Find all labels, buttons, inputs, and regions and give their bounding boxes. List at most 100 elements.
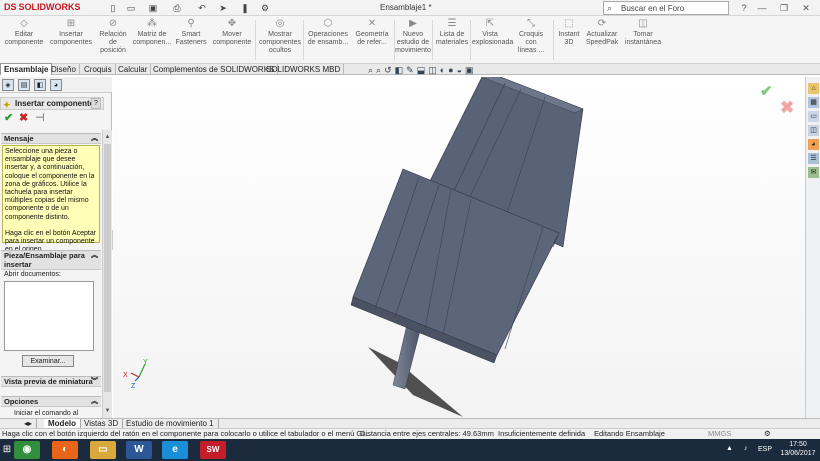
thumbnail-section-header[interactable]: Vista previa de miniatura ︾ — [1, 376, 101, 387]
rebuild-icon[interactable]: ❚ — [238, 3, 252, 13]
browse-button[interactable]: Examinar... — [22, 355, 74, 367]
options-section-header[interactable]: Opciones ︽ — [1, 396, 101, 407]
tab-mbd[interactable]: SOLIDWORKS MBD — [263, 64, 345, 75]
triad-y-label: Y — [143, 359, 148, 366]
open-icon[interactable]: ▭ — [124, 3, 138, 13]
display-style-icon[interactable]: ◫ — [428, 65, 437, 75]
print-icon[interactable]: ⎙ — [170, 3, 184, 13]
snapshot-button[interactable]: ◫ Tomar instantánea — [622, 18, 664, 62]
close-button[interactable]: ✕ — [800, 1, 812, 15]
tab-calcular[interactable]: Calcular — [115, 64, 152, 75]
display-manager-icon[interactable]: ◕ — [50, 79, 62, 91]
scroll-up-icon[interactable]: ▲ — [104, 132, 111, 142]
minimize-button[interactable]: — — [756, 1, 768, 15]
feature-manager-icon[interactable]: ◈ — [2, 79, 14, 91]
pm-help-button[interactable]: ? — [91, 98, 101, 109]
status-units[interactable]: MMGS — [708, 429, 731, 439]
internet-explorer-icon[interactable]: e — [162, 441, 188, 459]
tab-ensamblaje[interactable]: Ensamblaje — [0, 63, 53, 75]
insert-components-button[interactable]: ⊞ Insertar componentes — [48, 18, 94, 62]
explode-line-sketch-button[interactable]: ⤡ Croquis con líneas ... — [516, 18, 546, 62]
firefox-icon[interactable]: ◐ — [52, 441, 78, 459]
select-icon[interactable]: ➤ — [216, 3, 230, 13]
search-input[interactable]: Buscar en el Foro — [621, 4, 684, 13]
move-component-button[interactable]: ✥ Mover componente — [210, 18, 254, 62]
open-docs-list[interactable] — [4, 281, 94, 351]
edit-component-button[interactable]: ◇ Editar componente — [2, 18, 46, 62]
confirm-cancel-icon[interactable]: ✖ — [780, 98, 794, 118]
component-pattern-button[interactable]: ⁂ Matriz de componen... — [132, 18, 172, 62]
smart-fasteners-button[interactable]: ⚲ Smart Fasteners — [174, 18, 208, 62]
part-section-header[interactable]: Pieza/Ensamblaje para insertar ︽ — [1, 250, 101, 270]
tab-diseno[interactable]: Diseño — [48, 64, 80, 75]
collapse-icon[interactable]: ︽ — [91, 251, 98, 260]
configuration-manager-icon[interactable]: ◧ — [34, 79, 46, 91]
expand-icon[interactable]: ︾ — [91, 377, 98, 387]
section-view-icon[interactable]: ◧ — [395, 65, 404, 75]
model-view[interactable]: Y X Z — [113, 70, 805, 418]
chrome-icon[interactable]: ◉ — [14, 441, 40, 459]
file-explorer-icon[interactable]: ▭ — [808, 111, 819, 122]
pm-cancel-button[interactable]: ✖ — [19, 113, 28, 124]
collapse-icon[interactable]: ︽ — [91, 397, 98, 407]
tab-croquis[interactable]: Croquis — [81, 64, 116, 75]
volume-icon[interactable]: ♪ — [744, 445, 748, 452]
design-library-icon[interactable]: ▦ — [808, 97, 819, 108]
app-name: SOLIDWORKS — [18, 2, 81, 12]
graphics-area[interactable]: Y X Z — [113, 70, 805, 418]
pm-pushpin-button[interactable]: ⊣ — [35, 113, 45, 124]
view-palette-icon[interactable]: ◫ — [808, 125, 819, 136]
instant3d-button[interactable]: ⬚ Instant 3D — [555, 18, 583, 62]
tray-up-icon[interactable]: ▲ — [726, 445, 733, 452]
motion-study-button[interactable]: ▶ Nuevo estudio de movimiento — [394, 18, 432, 62]
scene-icon[interactable]: ◒ — [457, 65, 462, 75]
bom-button[interactable]: ☰ Lista de materiales — [434, 18, 470, 62]
solidworks-logo[interactable]: DS SOLIDWORKS — [4, 2, 83, 12]
resources-icon[interactable]: ⌂ — [808, 83, 819, 94]
mate-button[interactable]: ⊘ Relación de posición — [96, 18, 130, 62]
explode-line-icon: ⤡ — [527, 18, 535, 29]
reference-geometry-button[interactable]: ✕ Geometría de refer... — [351, 18, 393, 62]
collapse-icon[interactable]: ︽ — [91, 134, 98, 144]
hide-show-icon[interactable]: ◐ — [440, 65, 445, 75]
tab-complementos[interactable]: Complementos de SOLIDWORKS — [150, 64, 279, 75]
dynamic-annotation-icon[interactable]: ✎ — [406, 65, 414, 75]
property-manager-icon[interactable]: ▤ — [18, 79, 30, 91]
help-icon[interactable]: ? — [738, 1, 750, 15]
zoom-area-icon[interactable]: ⌕ — [376, 65, 381, 75]
custom-properties-icon[interactable]: ☰ — [808, 153, 819, 164]
speedpak-button[interactable]: ⟳ Actualizar SpeedPak — [584, 18, 620, 62]
scroll-down-icon[interactable]: ▼ — [104, 406, 111, 416]
tray-lang[interactable]: ESP — [758, 446, 772, 453]
windows-start-icon[interactable]: ⊞ — [0, 439, 14, 461]
options-icon[interactable]: ⚙ — [258, 3, 272, 13]
restore-button[interactable]: ❐ — [778, 1, 790, 15]
show-hidden-button[interactable]: ◎ Mostrar componentes ocultos — [258, 18, 302, 62]
appearances-icon[interactable]: ◕ — [808, 139, 819, 150]
taskbar-clock[interactable]: 17:50 13/06/2017 — [780, 441, 816, 458]
options-item[interactable]: Iniciar el comando al — [14, 410, 78, 417]
zoom-to-fit-icon[interactable]: ⌕ — [368, 65, 373, 75]
status-settings-icon[interactable]: ⚙ — [764, 429, 771, 439]
appearance-icon[interactable]: ● — [448, 65, 453, 75]
new-icon[interactable]: ▯ — [106, 3, 120, 13]
view-settings-icon[interactable]: ▣ — [465, 65, 474, 75]
model-shadow — [368, 347, 463, 417]
file-explorer-taskbar-icon[interactable]: ▭ — [90, 441, 116, 459]
previous-view-icon[interactable]: ↺ — [384, 65, 392, 75]
assembly-features-button[interactable]: ⬡ Operaciones de ensamb... — [306, 18, 350, 62]
word-icon[interactable]: W — [126, 441, 152, 459]
exploded-view-button[interactable]: ⇱ Vista explosionada — [472, 18, 513, 62]
scroll-thumb[interactable] — [104, 144, 111, 392]
save-icon[interactable]: ▣ — [146, 3, 160, 13]
message-section-header[interactable]: Mensaje ︽ — [1, 133, 101, 144]
undo-icon[interactable]: ↶ — [195, 3, 209, 13]
pm-ok-button[interactable]: ✔ — [4, 113, 13, 124]
pm-scrollbar[interactable]: ▲ ▼ — [102, 130, 112, 419]
view-orientation-icon[interactable]: ⬓ — [417, 65, 426, 75]
solidworks-taskbar-icon[interactable]: SW — [200, 441, 226, 459]
forum-search[interactable]: ⌕ Buscar en el Foro — [603, 1, 729, 15]
confirm-ok-icon[interactable]: ✔ — [760, 82, 773, 100]
forum-icon[interactable]: ✉ — [808, 167, 819, 178]
status-mode: Editando Ensamblaje — [594, 429, 665, 438]
